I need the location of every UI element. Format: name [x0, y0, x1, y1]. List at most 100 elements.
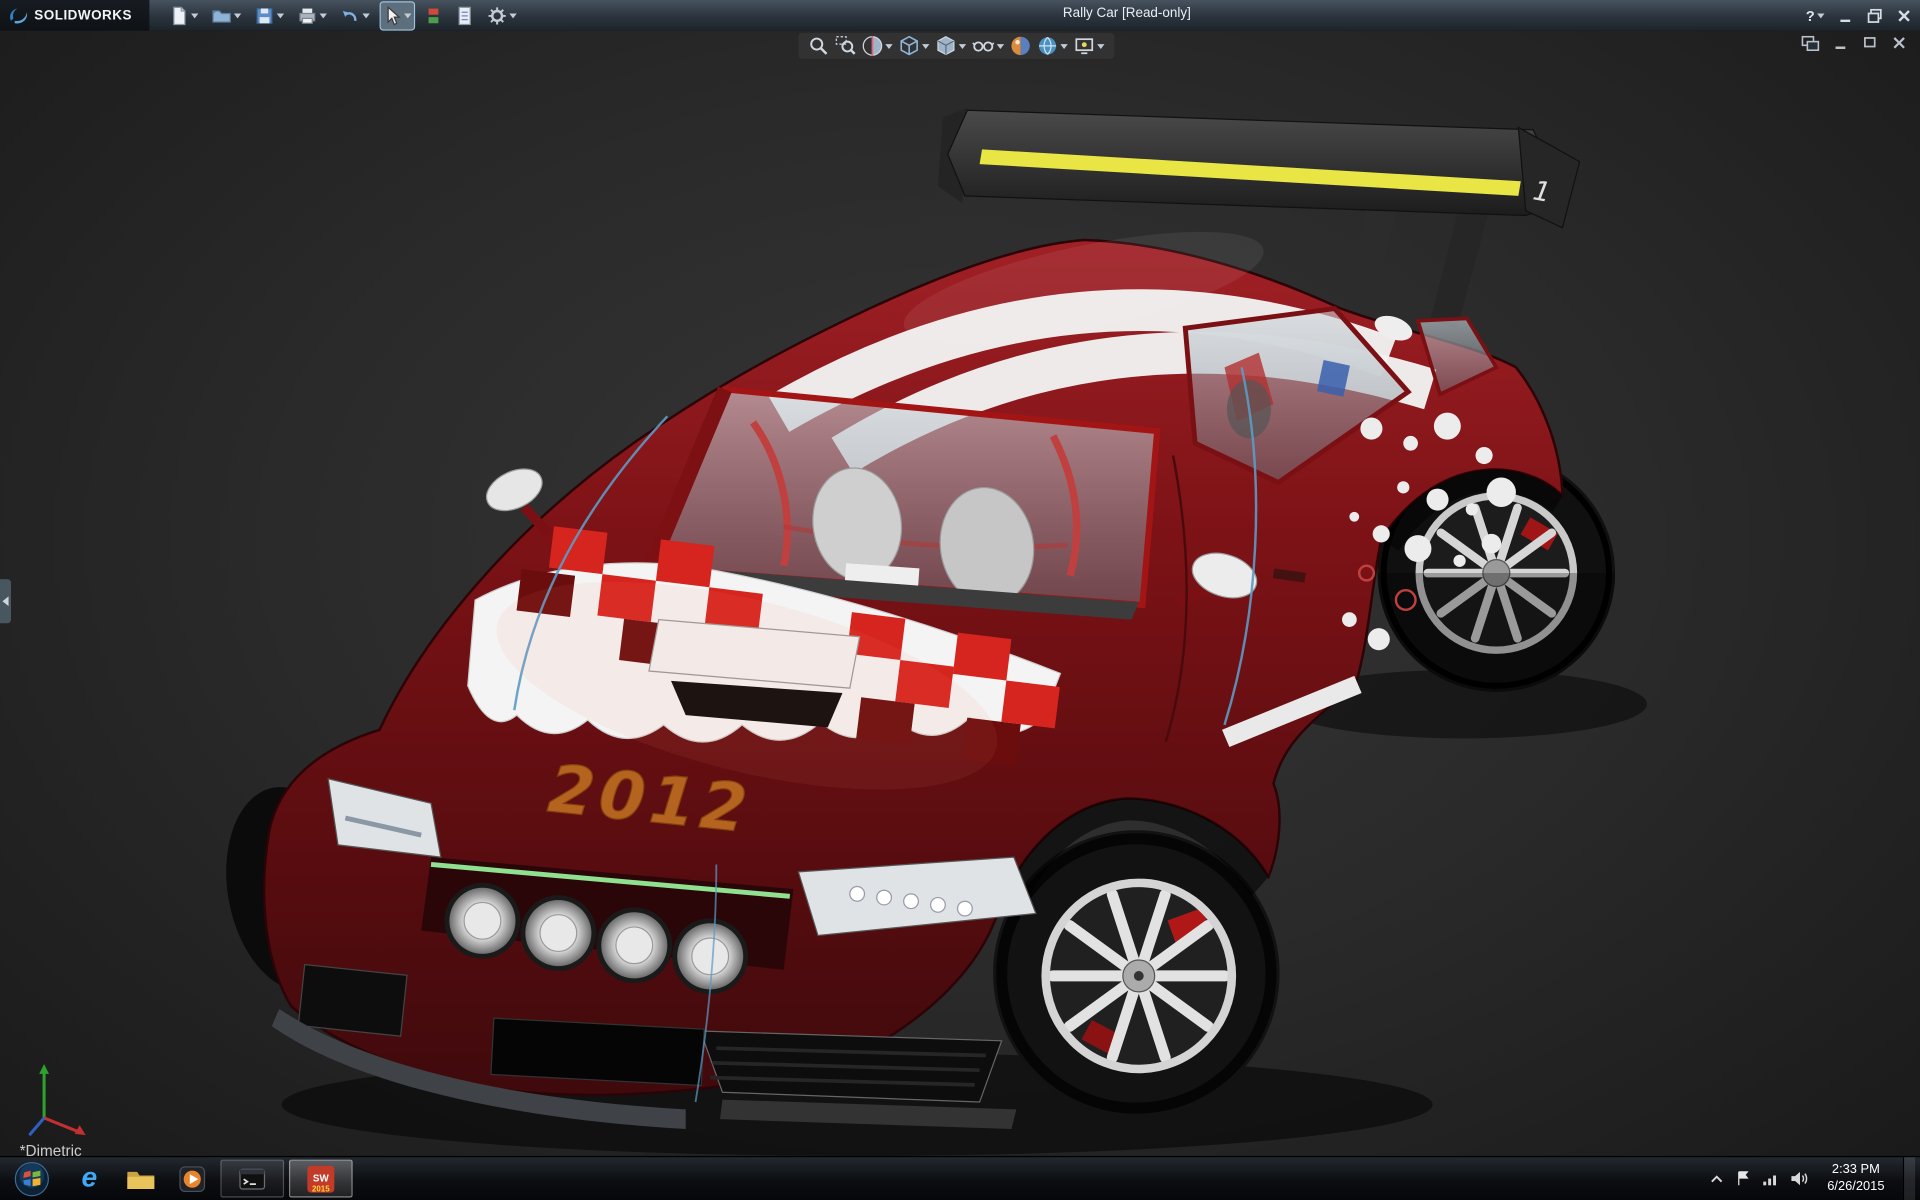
close-button[interactable]: [1896, 7, 1913, 24]
tray-expand-button[interactable]: [1710, 1172, 1725, 1184]
brand-text: SOLIDWORKS: [34, 8, 132, 23]
hide-show-items-button[interactable]: [972, 36, 1004, 57]
solidworks-logo: SOLIDWORKS: [0, 0, 149, 31]
section-view-icon: [862, 36, 883, 57]
open-button[interactable]: [209, 2, 243, 29]
clock-time: 2:33 PM: [1827, 1163, 1884, 1179]
doc-close-button[interactable]: [1891, 36, 1908, 52]
file-explorer-button[interactable]: [115, 1157, 166, 1200]
clock-date: 6/26/2015: [1827, 1179, 1884, 1195]
help-glyph: ?: [1806, 7, 1815, 24]
solidworks-badge: SW: [313, 1173, 329, 1184]
rear-spoiler: 1: [938, 108, 1580, 228]
internet-explorer-button[interactable]: e: [64, 1157, 115, 1200]
doc-minimize-button[interactable]: [1832, 36, 1849, 52]
options-gear-icon: [487, 6, 507, 26]
window-title: Rally Car [Read-only]: [1063, 6, 1191, 21]
save-button[interactable]: [252, 2, 286, 29]
select-cursor-icon: [383, 6, 401, 26]
system-tray: 2:33 PM 6/26/2015: [1710, 1157, 1920, 1200]
folder-icon: [125, 1165, 157, 1192]
dropdown-arrow-icon[interactable]: [885, 43, 892, 48]
print-icon: [298, 6, 318, 26]
dropdown-arrow-icon[interactable]: [1060, 43, 1067, 48]
view-settings-button[interactable]: [1074, 36, 1105, 57]
orientation-triad-icon: [24, 1059, 93, 1140]
edit-appearance-icon: [1010, 36, 1031, 57]
command-prompt-icon: [239, 1166, 266, 1190]
action-center-flag-icon[interactable]: [1735, 1171, 1751, 1187]
print-button[interactable]: [295, 2, 329, 29]
rebuild-icon: [425, 6, 442, 26]
dropdown-arrow-icon[interactable]: [320, 13, 327, 18]
zoom-to-fit-button[interactable]: [808, 36, 829, 57]
zoom-to-fit-icon: [808, 36, 829, 57]
3ds-logo-icon: [7, 6, 29, 26]
help-button[interactable]: ?: [1806, 7, 1825, 24]
undo-button[interactable]: [338, 2, 372, 29]
solidworks-window-button[interactable]: SW 2015: [289, 1160, 353, 1198]
rebuild-button[interactable]: [422, 2, 444, 29]
apply-scene-icon: [1037, 36, 1058, 57]
new-document-icon: [169, 6, 189, 26]
select-button[interactable]: [381, 2, 414, 29]
taskbar-clock[interactable]: 2:33 PM 6/26/2015: [1820, 1163, 1892, 1195]
doc-restore-group-button[interactable]: [1801, 36, 1819, 52]
doc-restore-button[interactable]: [1861, 36, 1878, 52]
featuremanager-flyout-tab[interactable]: [0, 579, 11, 623]
3d-viewport[interactable]: 1: [0, 31, 1920, 1158]
minimize-button[interactable]: [1837, 7, 1854, 24]
command-prompt-window-button[interactable]: [220, 1160, 284, 1198]
dropdown-arrow-icon[interactable]: [362, 13, 369, 18]
start-button[interactable]: [0, 1160, 64, 1197]
bumper-vent: [298, 965, 407, 1037]
spoiler-strut: [1342, 198, 1398, 325]
section-view-button[interactable]: [862, 36, 893, 57]
media-player-button[interactable]: [167, 1157, 218, 1200]
license-plate: [491, 1018, 704, 1085]
titlebar: SOLIDWORKS: [0, 0, 1920, 31]
edit-appearance-button[interactable]: [1010, 36, 1031, 57]
maximize-button[interactable]: [1866, 7, 1883, 24]
dropdown-arrow-icon[interactable]: [1097, 43, 1104, 48]
open-folder-icon: [212, 6, 232, 26]
windows-start-icon: [13, 1160, 50, 1197]
new-document-button[interactable]: [167, 2, 201, 29]
taskbar: e SW 2015: [0, 1156, 1920, 1200]
zoom-to-area-button[interactable]: [835, 36, 856, 57]
window-controls: ?: [1806, 0, 1913, 31]
undo-icon: [340, 6, 360, 26]
document-window-controls: [1801, 36, 1908, 52]
network-icon[interactable]: [1762, 1171, 1779, 1186]
save-icon: [255, 6, 275, 26]
solidworks-app-icon: SW 2015: [307, 1165, 334, 1192]
display-style-icon: [936, 36, 957, 57]
hide-show-items-icon: [972, 36, 994, 57]
spoiler-strut: [1430, 206, 1489, 328]
dropdown-arrow-icon[interactable]: [1817, 13, 1824, 18]
volume-icon[interactable]: [1791, 1171, 1809, 1187]
rally-car-model: 1: [0, 31, 1920, 1158]
dropdown-arrow-icon[interactable]: [959, 43, 966, 48]
apply-scene-button[interactable]: [1037, 36, 1068, 57]
dropdown-arrow-icon[interactable]: [234, 13, 241, 18]
view-settings-icon: [1074, 36, 1095, 57]
main-toolbar: [149, 2, 519, 29]
options-button[interactable]: [485, 2, 519, 29]
flyout-arrow-icon: [2, 596, 8, 606]
dropdown-arrow-icon[interactable]: [922, 43, 929, 48]
dropdown-arrow-icon[interactable]: [509, 13, 516, 18]
show-desktop-button[interactable]: [1903, 1157, 1915, 1200]
view-orientation-button[interactable]: [899, 36, 930, 57]
dropdown-arrow-icon[interactable]: [404, 13, 411, 18]
dropdown-arrow-icon[interactable]: [277, 13, 284, 18]
dropdown-arrow-icon[interactable]: [997, 43, 1004, 48]
file-properties-button[interactable]: [453, 2, 476, 29]
solidworks-year-badge: 2015: [307, 1185, 334, 1194]
heads-up-toolbar: [798, 33, 1114, 59]
dropdown-arrow-icon[interactable]: [191, 13, 198, 18]
display-style-button[interactable]: [936, 36, 967, 57]
file-properties-icon: [456, 6, 474, 26]
solidworks-window: SOLIDWORKS: [0, 0, 1920, 1200]
zoom-to-area-icon: [835, 36, 856, 57]
